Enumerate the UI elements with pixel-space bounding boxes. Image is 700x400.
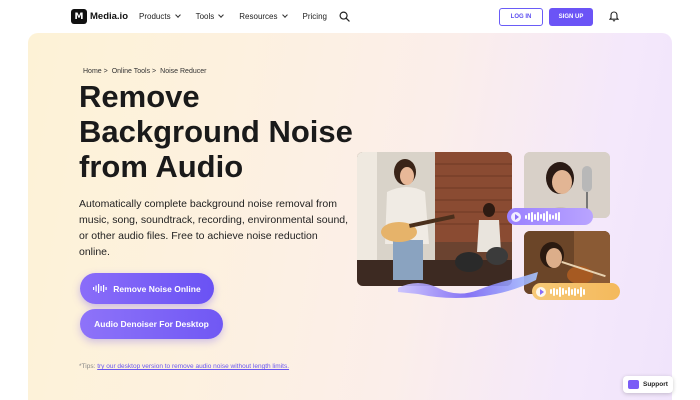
- hero-image-guitarist: [357, 152, 512, 286]
- nav-item-label: Tools: [195, 12, 215, 21]
- audio-denoiser-desktop-button[interactable]: Audio Denoiser For Desktop: [80, 309, 223, 339]
- cta-label: Remove Noise Online: [113, 283, 201, 294]
- login-button[interactable]: LOG IN: [499, 8, 543, 26]
- waveform-icon: [525, 211, 560, 222]
- chevron-down-icon: [174, 12, 181, 18]
- tips-text: *Tips: try our desktop version to remove…: [79, 363, 289, 370]
- sound-wave-ribbon: [398, 272, 538, 298]
- breadcrumb: Home > Online Tools > Noise Reducer: [83, 68, 206, 75]
- play-icon[interactable]: [536, 286, 546, 297]
- nav-item-label: Resources: [239, 12, 278, 21]
- breadcrumb-online-tools[interactable]: Online Tools >: [112, 68, 156, 75]
- nav-item-pricing[interactable]: Pricing: [303, 12, 327, 21]
- bell-icon[interactable]: [609, 11, 619, 22]
- nav-item-label: Products: [139, 12, 171, 21]
- hero-description: Automatically complete background noise …: [79, 198, 349, 258]
- signup-button[interactable]: SIGN UP: [549, 8, 593, 26]
- logo-text: Media.io: [90, 11, 129, 22]
- page-title: Remove Background Noise from Audio: [79, 79, 359, 184]
- breadcrumb-current: Noise Reducer: [160, 68, 207, 75]
- waveform-icon: [550, 286, 585, 297]
- audio-waveform-pill: [532, 283, 620, 300]
- logo-mark-icon: M: [71, 9, 87, 24]
- audio-waveform-pill: [507, 208, 593, 225]
- search-icon[interactable]: [339, 11, 350, 22]
- title-line: Background Noise: [79, 114, 353, 149]
- tips-link[interactable]: try our desktop version to remove audio …: [97, 363, 289, 370]
- nav-item-label: Pricing: [302, 12, 327, 21]
- nav-item-resources[interactable]: Resources: [239, 12, 288, 21]
- title-line: Remove: [79, 79, 200, 114]
- tips-prefix: *Tips:: [79, 363, 96, 370]
- logo[interactable]: M Media.io: [71, 9, 128, 24]
- chevron-down-icon: [281, 12, 288, 18]
- top-nav: M Media.io Products Tools Resources Pric…: [0, 0, 700, 33]
- waveform-icon: [93, 284, 107, 293]
- play-icon[interactable]: [511, 211, 521, 222]
- breadcrumb-home[interactable]: Home >: [83, 68, 108, 75]
- title-line: from Audio: [79, 149, 244, 184]
- support-button[interactable]: Support: [623, 376, 673, 393]
- remove-noise-online-button[interactable]: Remove Noise Online: [80, 273, 214, 304]
- chevron-down-icon: [218, 12, 225, 18]
- support-label: Support: [643, 381, 668, 388]
- nav-item-tools[interactable]: Tools: [195, 12, 225, 21]
- nav-menu: Products Tools Resources Pricing: [139, 12, 343, 21]
- nav-item-products[interactable]: Products: [139, 12, 181, 21]
- chat-icon: [628, 380, 639, 389]
